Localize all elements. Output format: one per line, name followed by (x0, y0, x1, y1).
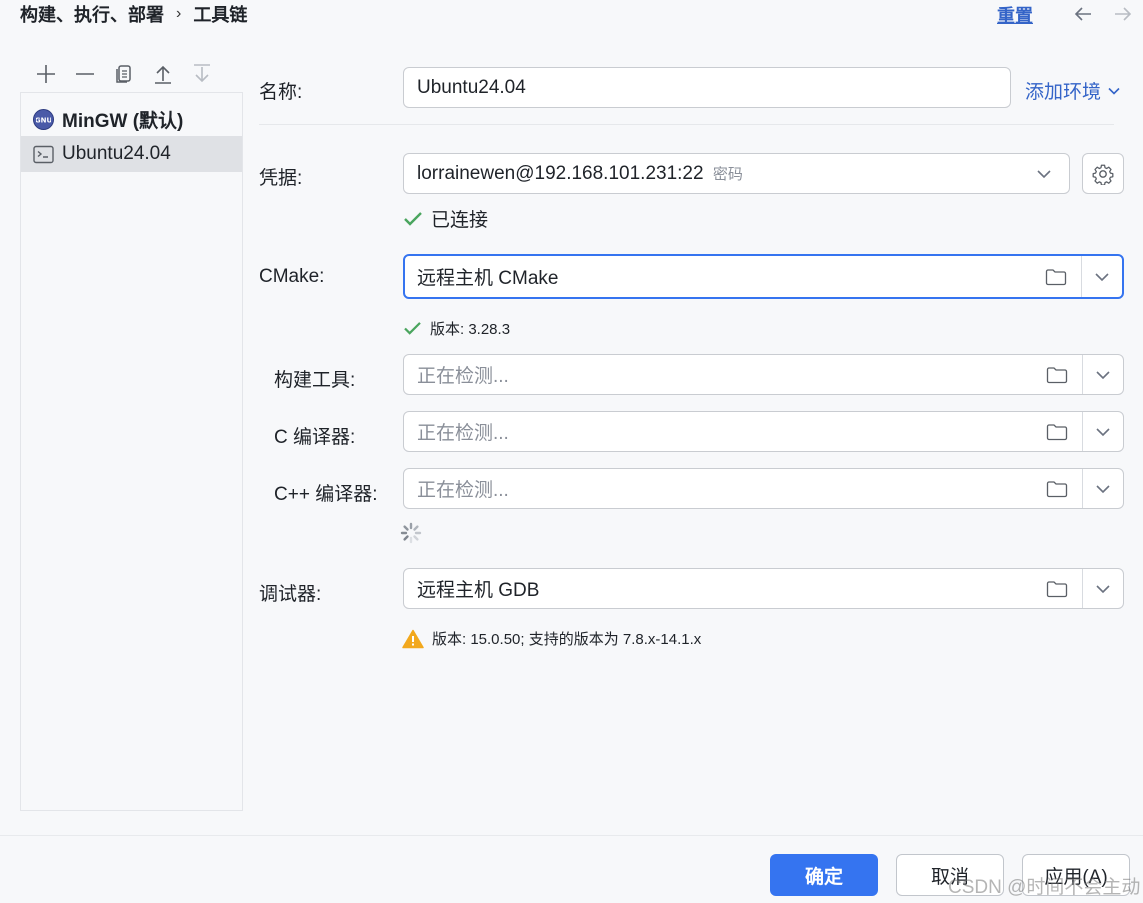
cancel-button[interactable]: 取消 (896, 854, 1004, 896)
toolchain-item-label: Ubuntu24.04 (62, 143, 171, 164)
cpp-compiler-placeholder: 正在检测... (417, 480, 509, 501)
chevron-down-icon[interactable] (1081, 256, 1122, 297)
toolchains-settings-page: 构建、执行、部署 › 工具链 重置 GNU MinGW (默认) Ubuntu2… (0, 0, 1143, 903)
toolchain-list-toolbar (26, 62, 221, 86)
chevron-down-icon[interactable] (1082, 412, 1123, 451)
toolchain-list: GNU MinGW (默认) Ubuntu24.04 (20, 92, 243, 811)
credentials-settings-button[interactable] (1082, 153, 1124, 194)
cmake-value: 远程主机 CMake (417, 268, 559, 289)
folder-icon[interactable] (1031, 256, 1081, 297)
name-value: Ubuntu24.04 (417, 76, 526, 98)
cmake-select[interactable]: 远程主机 CMake (403, 254, 1124, 299)
debugger-label: 调试器: (259, 584, 322, 605)
debugger-value: 远程主机 GDB (417, 580, 540, 601)
credentials-value: lorrainewen@192.168.101.231:22 (417, 162, 704, 184)
plus-icon[interactable] (26, 62, 65, 86)
arrow-left-icon[interactable] (1072, 4, 1094, 24)
check-icon (404, 322, 421, 335)
toolchain-item-ubuntu[interactable]: Ubuntu24.04 (21, 136, 242, 172)
debugger-warning-text: 版本: 15.0.50; 支持的版本为 7.8.x-14.1.x (432, 631, 702, 648)
chevron-down-icon[interactable] (1019, 169, 1069, 179)
move-up-icon[interactable] (143, 62, 182, 86)
copy-icon[interactable] (104, 62, 143, 86)
gnu-icon: GNU (33, 108, 54, 130)
folder-icon[interactable] (1032, 355, 1082, 394)
arrow-right-icon[interactable] (1112, 4, 1134, 24)
debugger-version-status: 版本: 15.0.50; 支持的版本为 7.8.x-14.1.x (402, 628, 701, 649)
cmake-label: CMake: (259, 266, 325, 287)
name-input[interactable]: Ubuntu24.04 (403, 67, 1011, 108)
gear-icon (1092, 164, 1114, 185)
toolchain-item-label: MinGW (默认) (62, 110, 184, 132)
debugger-select[interactable]: 远程主机 GDB (403, 568, 1124, 609)
chevron-down-icon[interactable] (1082, 469, 1123, 508)
cpp-compiler-label: C++ 编译器: (274, 484, 378, 505)
warning-icon (402, 629, 424, 648)
breadcrumb-parent[interactable]: 构建、执行、部署 (20, 1, 164, 27)
minus-icon[interactable] (65, 62, 104, 86)
credentials-text: lorrainewen@192.168.101.231:22 密码 (404, 163, 1019, 185)
folder-icon[interactable] (1032, 469, 1082, 508)
c-compiler-select[interactable]: 正在检测... (403, 411, 1124, 452)
check-icon (404, 211, 422, 226)
svg-text:GNU: GNU (36, 116, 51, 124)
folder-icon[interactable] (1032, 412, 1082, 451)
cpp-compiler-select[interactable]: 正在检测... (403, 468, 1124, 509)
folder-icon[interactable] (1032, 569, 1082, 608)
add-environment-label: 添加环境 (1025, 82, 1102, 103)
loading-spinner-icon (400, 522, 422, 549)
chevron-down-icon[interactable] (1082, 569, 1123, 608)
c-compiler-placeholder: 正在检测... (417, 423, 509, 444)
reset-link[interactable]: 重置 (997, 2, 1033, 28)
credentials-select[interactable]: lorrainewen@192.168.101.231:22 密码 (403, 153, 1070, 194)
toolchain-item-mingw[interactable]: GNU MinGW (默认) (21, 101, 242, 137)
breadcrumb-separator: › (176, 5, 182, 22)
move-down-icon[interactable] (182, 62, 221, 86)
terminal-icon (33, 145, 54, 164)
add-environment-dropdown[interactable]: 添加环境 (1025, 77, 1121, 104)
chevron-down-icon[interactable] (1082, 355, 1123, 394)
connection-status: 已连接 (403, 205, 488, 232)
name-label: 名称: (259, 82, 303, 103)
breadcrumb: 构建、执行、部署 › 工具链 (20, 2, 247, 26)
section-divider (259, 124, 1114, 125)
chevron-down-icon (1108, 87, 1120, 95)
cmake-version-text: 版本: 3.28.3 (430, 321, 511, 338)
connection-status-text: 已连接 (431, 210, 489, 231)
c-compiler-label: C 编译器: (274, 427, 356, 448)
breadcrumb-current: 工具链 (193, 5, 248, 25)
ok-button[interactable]: 确定 (770, 854, 878, 896)
build-tool-select[interactable]: 正在检测... (403, 354, 1124, 395)
credentials-auth-type: 密码 (712, 165, 743, 183)
credentials-label: 凭据: (259, 168, 303, 189)
build-tool-label: 构建工具: (274, 370, 356, 391)
footer-divider (0, 835, 1143, 836)
cmake-version-status: 版本: 3.28.3 (403, 318, 510, 339)
apply-button[interactable]: 应用(A) (1022, 854, 1130, 896)
build-tool-placeholder: 正在检测... (417, 366, 509, 387)
